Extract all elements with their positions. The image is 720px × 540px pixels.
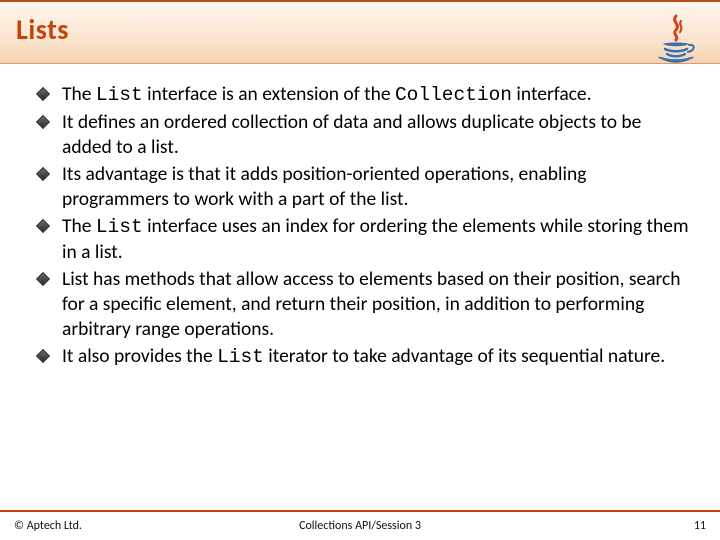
bullet-item: It also provides the List iterator to ta… [38, 344, 692, 370]
bullet-item: Its advantage is that it adds position-o… [38, 162, 692, 212]
bullet-text: List has methods that allow access to el… [62, 267, 681, 341]
diamond-bullet-icon [36, 167, 50, 181]
java-logo [654, 14, 698, 71]
java-steam-icon [675, 16, 682, 40]
bullet-text: It also provides the List iterator to ta… [62, 344, 665, 368]
bullet-list: The List interface is an extension of th… [38, 82, 692, 369]
bullet-text: The List interface uses an index for ord… [62, 214, 689, 264]
bullet-item: The List interface is an extension of th… [38, 82, 692, 108]
footer-page-number: 11 [694, 519, 706, 533]
slide-content: The List interface is an extension of th… [0, 64, 720, 369]
bullet-text: It defines an ordered collection of data… [62, 110, 641, 159]
diamond-bullet-icon [36, 87, 50, 101]
bullet-text: Its advantage is that it adds position-o… [62, 162, 586, 211]
bullet-text: The List interface is an extension of th… [62, 82, 592, 106]
slide-header: Lists [0, 2, 720, 64]
bullet-item: List has methods that allow access to el… [38, 267, 692, 342]
diamond-bullet-icon [36, 348, 50, 362]
java-cup-icon [658, 43, 693, 63]
footer-center: Collections API/Session 3 [0, 519, 720, 533]
diamond-bullet-icon [36, 219, 50, 233]
bullet-item: It defines an ordered collection of data… [38, 110, 692, 160]
slide-title: Lists [16, 12, 69, 47]
diamond-bullet-icon [36, 115, 50, 129]
slide-footer: © Aptech Ltd. Collections API/Session 3 … [0, 510, 720, 540]
diamond-bullet-icon [36, 272, 50, 286]
bullet-item: The List interface uses an index for ord… [38, 214, 692, 265]
